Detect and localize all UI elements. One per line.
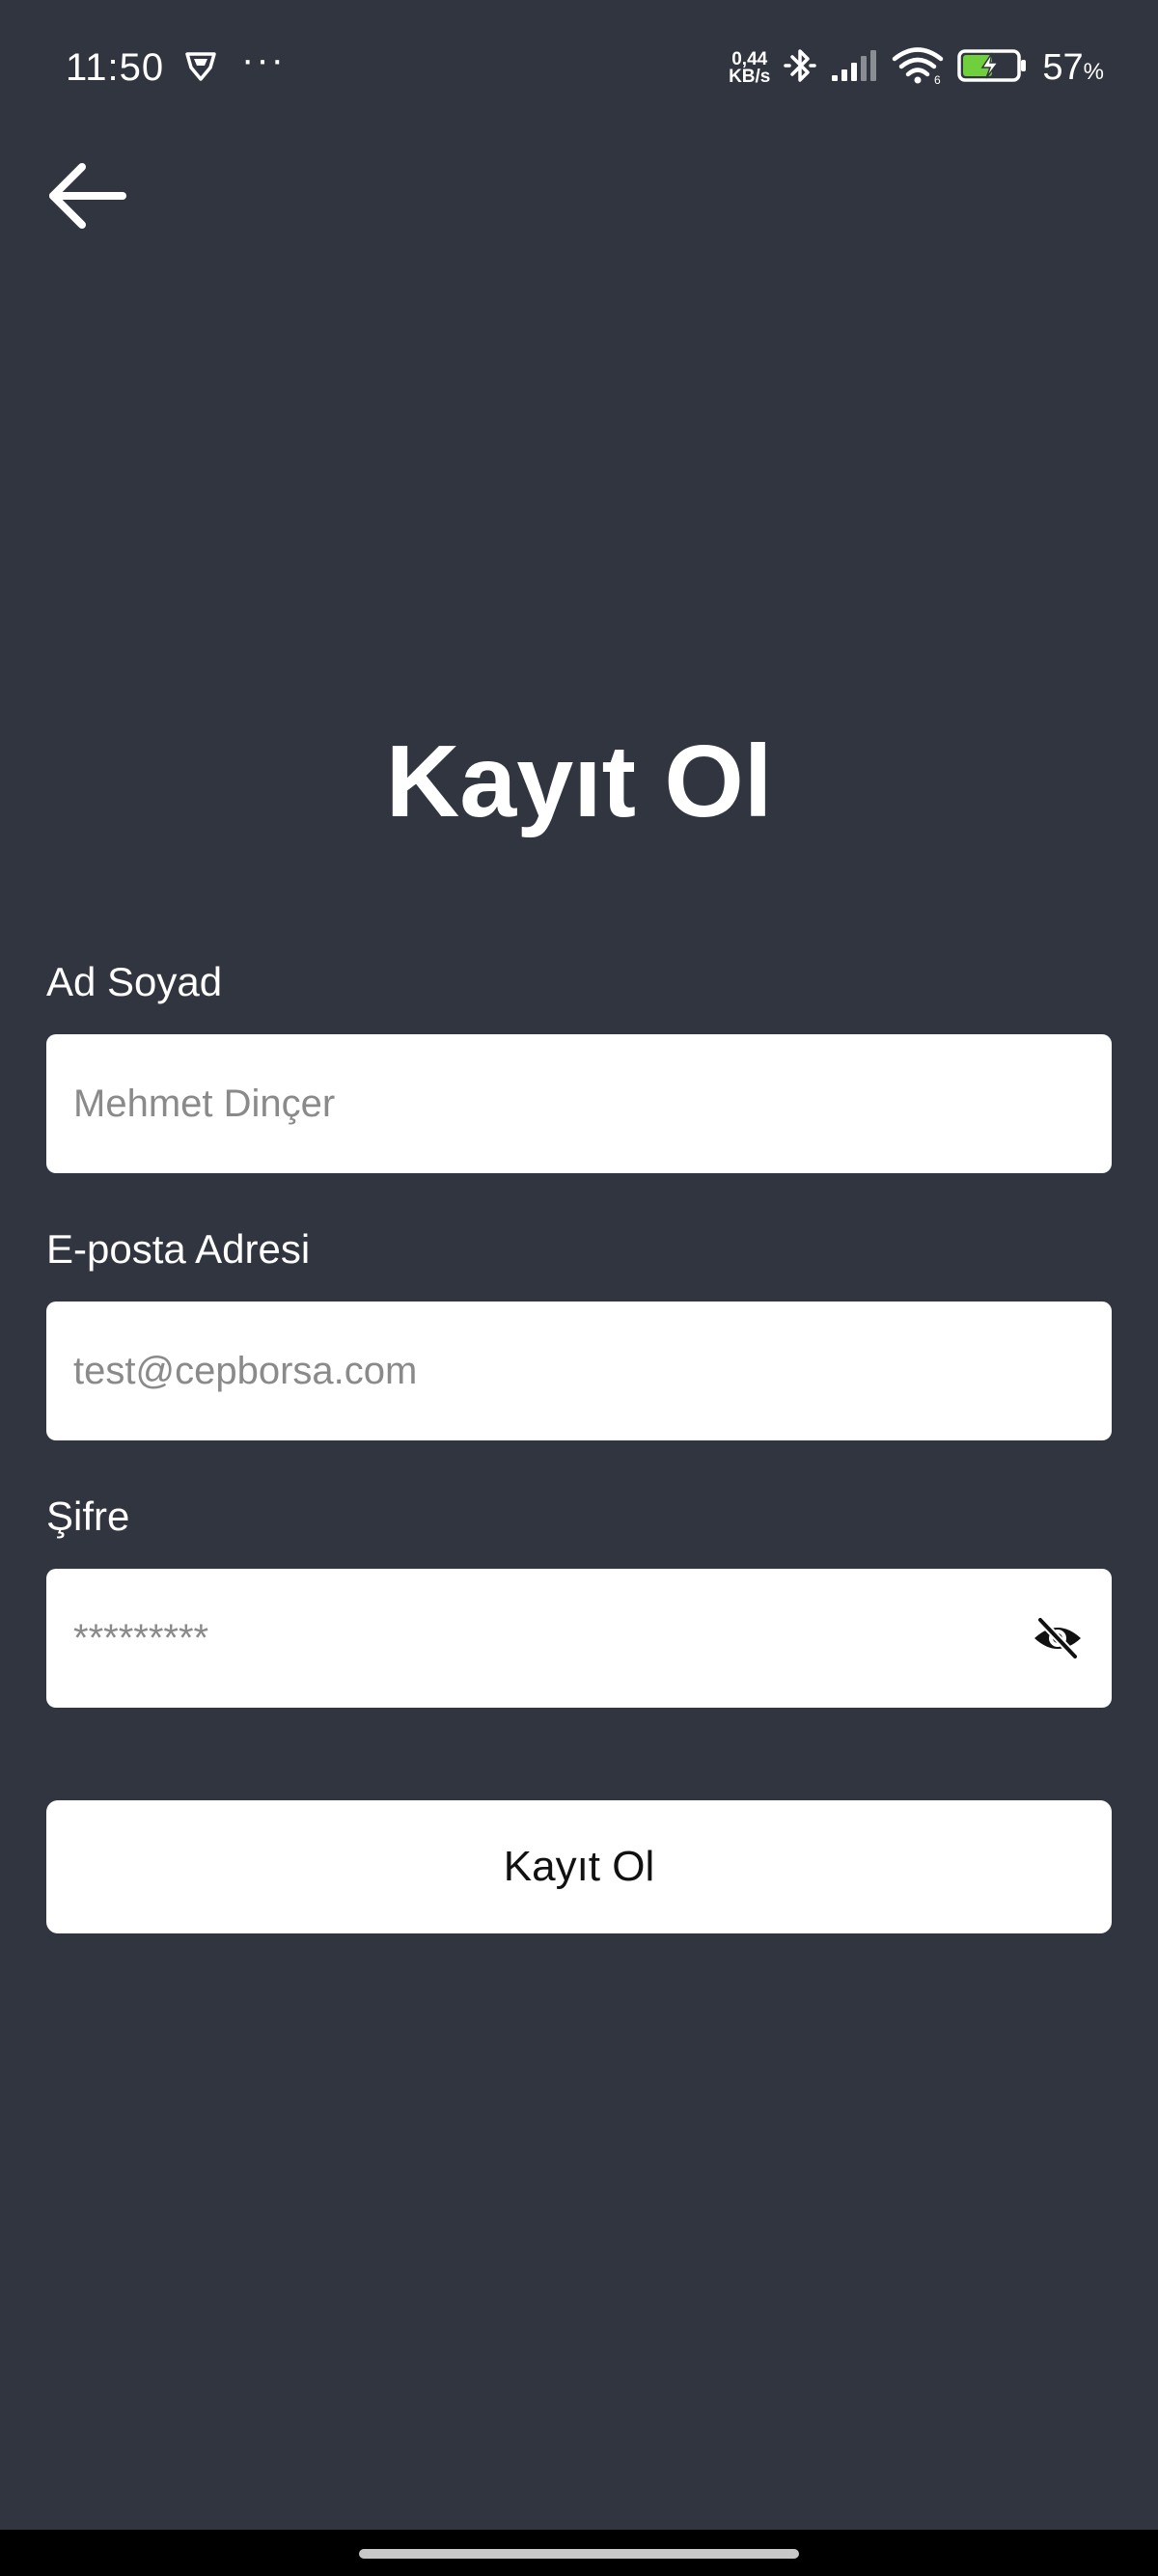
battery-level-unit: % xyxy=(1083,59,1104,85)
navigation-bar xyxy=(0,2530,1158,2576)
email-label: E-posta Adresi xyxy=(46,1226,311,1272)
email-field xyxy=(46,1302,1112,1440)
battery-charging-icon xyxy=(957,48,1029,88)
name-field xyxy=(46,1034,1112,1173)
password-field xyxy=(46,1569,1112,1708)
back-button[interactable] xyxy=(39,154,135,241)
eye-off-icon[interactable] xyxy=(1029,1609,1087,1667)
status-bar: 11:50 ··· 0,44 KB/s 6 57% xyxy=(0,0,1158,135)
battery-level-value: 57 xyxy=(1042,47,1084,88)
name-label: Ad Soyad xyxy=(46,959,223,1004)
password-label: Şifre xyxy=(46,1494,130,1539)
page-title: Kayıt Ol xyxy=(385,725,773,838)
status-time: 11:50 xyxy=(66,46,165,89)
arrow-left-icon xyxy=(45,160,128,236)
signal-icon xyxy=(830,48,878,88)
wifi-icon: 6 xyxy=(892,46,944,90)
more-dots-icon: ··· xyxy=(241,38,286,81)
register-button[interactable]: Kayıt Ol xyxy=(46,1800,1112,1933)
battery-level: 57% xyxy=(1042,47,1104,89)
net-speed-value: 0,44 xyxy=(731,48,768,69)
status-left-icons: ··· xyxy=(183,38,286,88)
bluetooth-icon xyxy=(784,46,817,90)
password-input[interactable] xyxy=(71,1615,1029,1661)
register-screen: 11:50 ··· 0,44 KB/s 6 57% Kayıt Ol Ad So… xyxy=(0,0,1158,2576)
email-input[interactable] xyxy=(71,1348,1087,1394)
status-right-icons: 0,44 KB/s 6 57% xyxy=(729,46,1104,90)
net-speed: 0,44 KB/s xyxy=(729,48,771,87)
svg-text:6: 6 xyxy=(934,73,941,85)
vpn-shield-icon xyxy=(183,48,218,88)
net-speed-unit: KB/s xyxy=(729,66,771,87)
home-indicator[interactable] xyxy=(359,2549,799,2559)
name-input[interactable] xyxy=(71,1081,1087,1127)
